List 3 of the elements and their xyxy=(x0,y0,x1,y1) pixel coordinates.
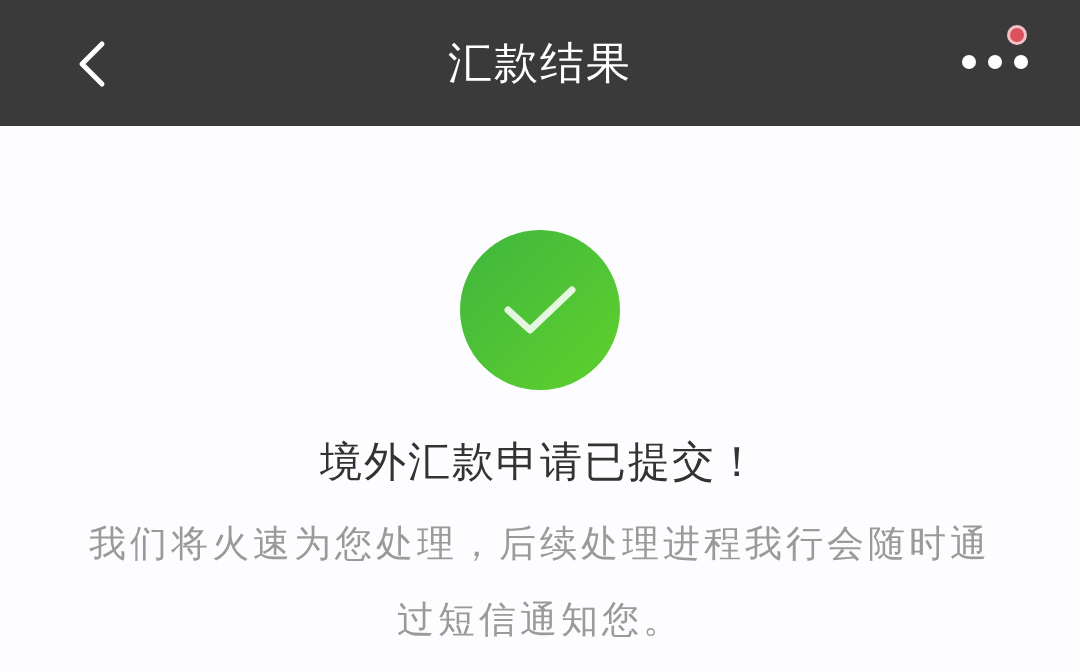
page-title: 汇款结果 xyxy=(448,37,632,89)
result-message: 我们将火速为您处理，后续处理进程我行会随时通过短信通知您。 xyxy=(88,522,992,642)
result-heading: 境外汇款申请已提交！ xyxy=(320,437,760,487)
